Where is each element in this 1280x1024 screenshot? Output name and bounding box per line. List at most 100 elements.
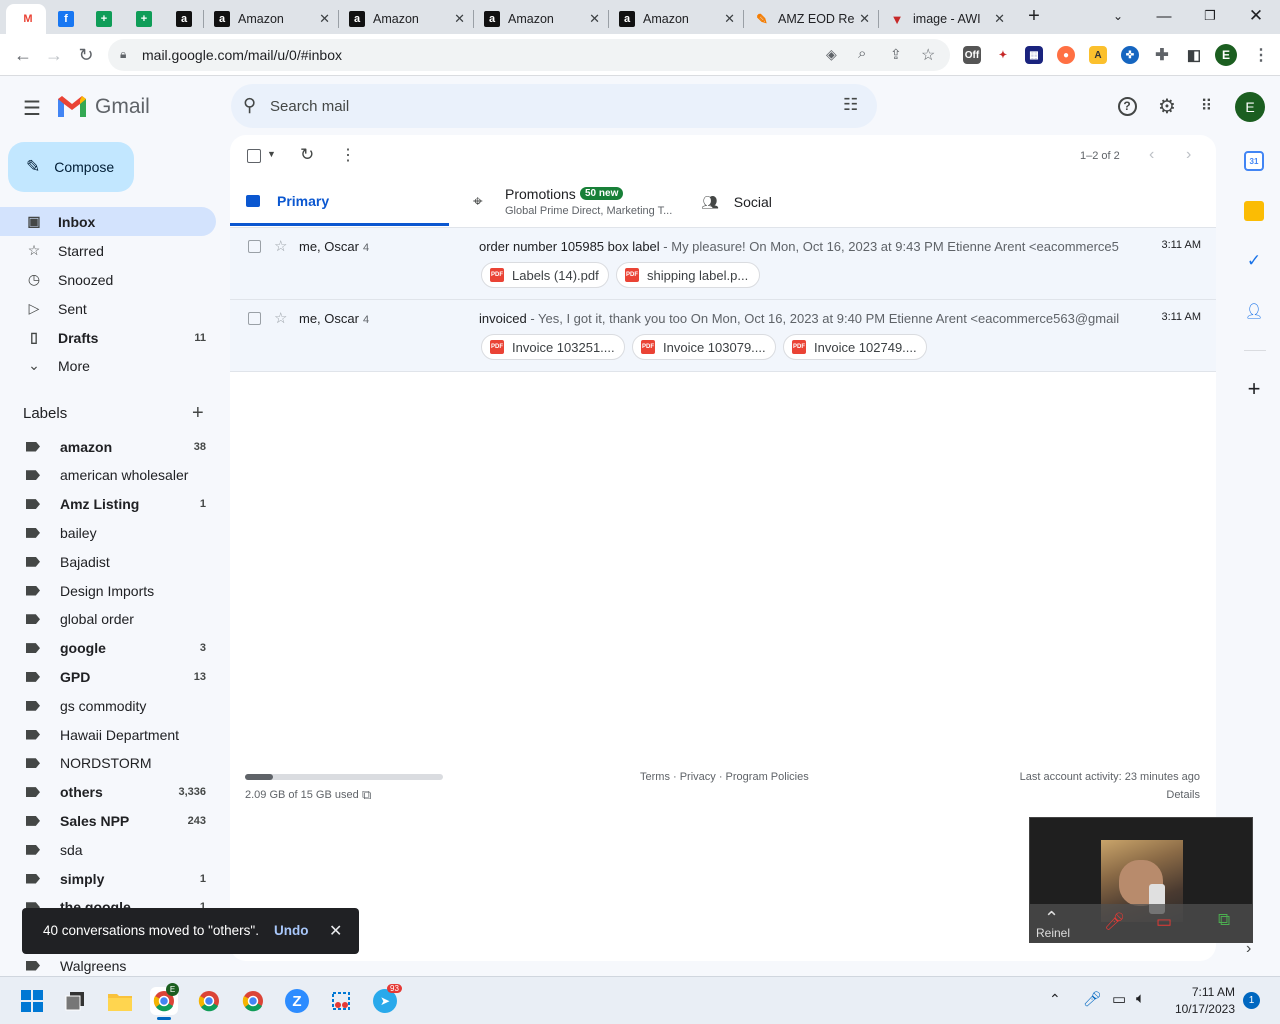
label-item[interactable]: american wholesaler: [0, 461, 216, 490]
attachment-chip[interactable]: PDF shipping label.p...: [616, 262, 760, 288]
extension-off-icon[interactable]: Off: [963, 46, 981, 64]
volume-icon[interactable]: 🔈︎: [1136, 990, 1145, 1007]
browser-tab[interactable]: a Amazon ✕: [341, 4, 471, 34]
undo-button[interactable]: Undo: [274, 923, 309, 938]
extension-icon[interactable]: ●: [1057, 46, 1075, 64]
back-button[interactable]: ←: [10, 42, 36, 68]
browser-tab[interactable]: a Amazon ✕: [206, 4, 336, 34]
forward-button[interactable]: →: [41, 42, 67, 68]
row-checkbox[interactable]: [248, 240, 261, 253]
browser-tab[interactable]: a Amazon ✕: [611, 4, 741, 34]
camera-off-icon[interactable]: ▭: [1156, 912, 1172, 932]
add-label-icon[interactable]: +: [192, 402, 204, 425]
close-tab-icon[interactable]: ✕: [454, 11, 465, 27]
close-tab-icon[interactable]: ✕: [994, 11, 1005, 27]
label-item[interactable]: amazon 38: [0, 432, 216, 461]
label-item[interactable]: global order: [0, 605, 216, 634]
search-input[interactable]: Search mail: [270, 98, 349, 115]
extension-icon[interactable]: A: [1089, 46, 1107, 64]
tab-promotions[interactable]: ⌖ Promotions 50 new Global Prime Direct,…: [473, 178, 679, 226]
browser-tab[interactable]: a: [168, 4, 198, 34]
main-menu-icon[interactable]: ☰: [23, 96, 41, 121]
minimize-button[interactable]: —: [1144, 4, 1184, 28]
label-item[interactable]: sda: [0, 835, 216, 864]
task-view-icon[interactable]: [61, 987, 89, 1015]
select-all-checkbox[interactable]: [247, 149, 261, 163]
label-item[interactable]: Hawaii Department: [0, 720, 216, 749]
extension-icon[interactable]: ✜: [1121, 46, 1139, 64]
nav-item-inbox[interactable]: ▣ Inbox: [0, 207, 216, 236]
close-tab-icon[interactable]: ✕: [859, 11, 870, 27]
browser-tab[interactable]: M: [6, 4, 46, 34]
browser-tab[interactable]: +: [130, 4, 160, 34]
nav-item-more[interactable]: ⌄ More: [0, 351, 216, 380]
browser-tab[interactable]: f: [54, 4, 84, 34]
label-item[interactable]: Amz Listing 1: [0, 490, 216, 519]
row-checkbox[interactable]: [248, 312, 261, 325]
apps-grid-icon[interactable]: ⠿: [1195, 95, 1217, 117]
compose-button[interactable]: ✎ Compose: [8, 142, 134, 192]
email-row[interactable]: ☆ me, Oscar 4 order number 105985 box lab…: [230, 228, 1216, 300]
browser-tab[interactable]: ▼ image - AWI ✕: [881, 4, 1011, 34]
browser-tab[interactable]: +: [92, 4, 122, 34]
label-item[interactable]: google 3: [0, 634, 216, 663]
refresh-icon[interactable]: ↻: [300, 145, 314, 165]
label-item[interactable]: NORDSTORM: [0, 749, 216, 778]
chrome-icon[interactable]: [195, 987, 223, 1015]
tab-primary[interactable]: Primary: [230, 178, 449, 226]
video-call-window[interactable]: ⌃ Reinel 🎤︎ ▭ ⧉: [1029, 817, 1253, 943]
close-window-button[interactable]: ✕: [1236, 4, 1276, 28]
close-tab-icon[interactable]: ✕: [319, 11, 330, 27]
select-dropdown-icon[interactable]: ▼: [267, 149, 276, 159]
search-icon[interactable]: ⚲: [243, 95, 256, 116]
share-icon[interactable]: ⇪: [890, 46, 902, 63]
external-link-icon[interactable]: ⧉: [362, 787, 371, 803]
email-row[interactable]: ☆ me, Oscar 4 invoiced - Yes, I got it, t…: [230, 300, 1216, 372]
side-panel-icon[interactable]: ◧: [1185, 46, 1203, 64]
more-options-icon[interactable]: ⋮: [340, 145, 356, 165]
microphone-icon[interactable]: 🎤︎: [1083, 990, 1102, 1008]
attachment-chip[interactable]: PDF Invoice 102749....: [783, 334, 927, 360]
address-bar[interactable]: 🔒︎ mail.google.com/mail/u/0/#inbox ◈ ⌕ ⇪…: [108, 39, 950, 71]
attachment-chip[interactable]: PDF Labels (14).pdf: [481, 262, 609, 288]
chrome-icon[interactable]: [239, 987, 267, 1015]
star-icon[interactable]: ☆: [274, 237, 287, 255]
close-tab-icon[interactable]: ✕: [724, 11, 735, 27]
open-window-icon[interactable]: ⧉: [1218, 910, 1230, 930]
browser-menu-icon[interactable]: ⋮: [1252, 46, 1270, 64]
calendar-icon[interactable]: 31: [1244, 151, 1264, 171]
tab-search-icon[interactable]: ⌄: [1098, 4, 1138, 28]
label-item[interactable]: others 3,336: [0, 778, 216, 807]
nav-item-snoozed[interactable]: ◷ Snoozed: [0, 265, 216, 294]
gmail-logo-icon[interactable]: [58, 91, 88, 121]
prev-page-icon[interactable]: ‹: [1149, 146, 1154, 164]
clock-date[interactable]: 10/17/2023: [1160, 1002, 1235, 1016]
help-icon[interactable]: ?: [1116, 95, 1138, 117]
mic-off-icon[interactable]: 🎤︎: [1104, 912, 1126, 932]
next-page-icon[interactable]: ›: [1186, 146, 1191, 164]
new-tab-button[interactable]: +: [1014, 4, 1054, 28]
keep-icon[interactable]: [1244, 201, 1264, 221]
account-avatar[interactable]: E: [1235, 92, 1265, 122]
search-options-icon[interactable]: ☷: [843, 95, 858, 115]
label-item[interactable]: bailey: [0, 518, 216, 547]
label-item[interactable]: GPD 13: [0, 662, 216, 691]
label-item[interactable]: Bajadist: [0, 547, 216, 576]
extension-icon[interactable]: ✦: [994, 46, 1012, 64]
nav-item-drafts[interactable]: ▯ Drafts 11: [0, 323, 216, 352]
label-item[interactable]: Sales NPP 243: [0, 806, 216, 835]
windows-start-icon[interactable]: [18, 987, 46, 1015]
nav-item-sent[interactable]: ▷ Sent: [0, 294, 216, 323]
tab-social[interactable]: 👥︎ Social: [701, 178, 901, 226]
telegram-icon[interactable]: ➤ 93: [371, 984, 402, 1015]
zoom-icon[interactable]: ⌕: [858, 45, 866, 62]
search-bar[interactable]: ⚲ Search mail ☷: [231, 84, 877, 128]
close-tab-icon[interactable]: ✕: [589, 11, 600, 27]
snipping-tool-icon[interactable]: [327, 987, 355, 1015]
profile-avatar[interactable]: E: [1215, 44, 1237, 66]
restore-button[interactable]: ❐: [1190, 4, 1230, 28]
eye-icon[interactable]: ◈: [826, 46, 837, 63]
star-icon[interactable]: ☆: [274, 309, 287, 327]
browser-tab[interactable]: a Amazon ✕: [476, 4, 606, 34]
footer-links[interactable]: Terms · Privacy · Program Policies: [640, 771, 809, 783]
